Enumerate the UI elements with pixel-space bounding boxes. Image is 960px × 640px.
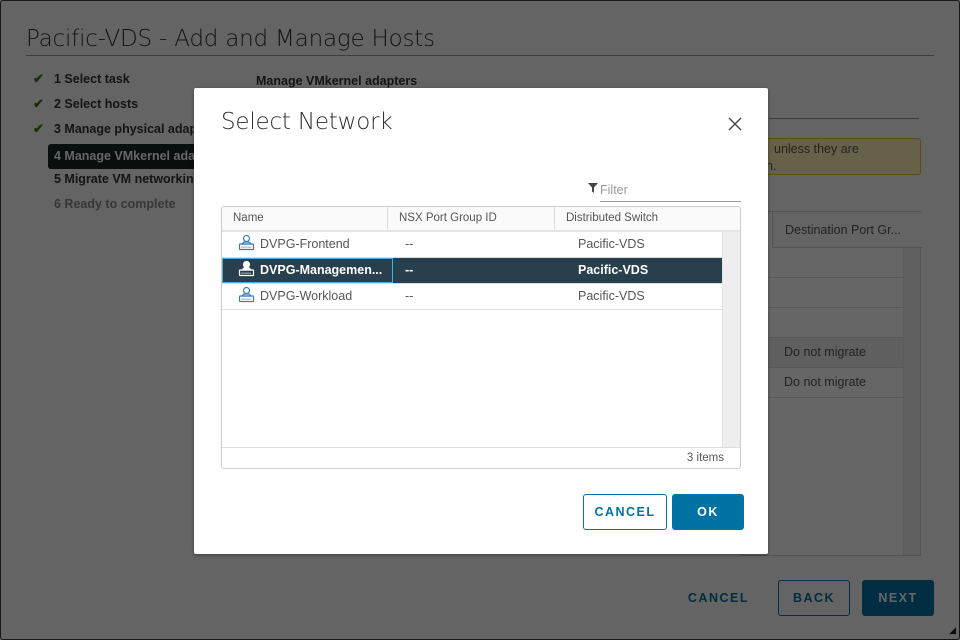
port-group-icon xyxy=(238,261,255,277)
nsx-port-group-id: -- xyxy=(405,289,414,303)
network-name: DVPG-Frontend xyxy=(260,237,350,251)
grid-scrollbar[interactable] xyxy=(722,232,740,447)
nsx-port-group-id: -- xyxy=(405,237,414,251)
grid-footer: 3 items xyxy=(222,447,740,468)
network-name: DVPG-Managemen... xyxy=(260,263,383,277)
dialog-title: Select Network xyxy=(221,109,393,135)
distributed-switch: Pacific-VDS xyxy=(578,263,649,277)
column-header-name[interactable]: Name xyxy=(222,207,388,230)
distributed-switch: Pacific-VDS xyxy=(578,237,645,251)
filter-icon xyxy=(588,183,598,193)
select-network-dialog: Select Network Name NSX Port Group ID Di… xyxy=(194,88,768,554)
distributed-switch: Pacific-VDS xyxy=(578,289,645,303)
column-header-distributed-switch[interactable]: Distributed Switch xyxy=(555,207,740,230)
close-button[interactable] xyxy=(726,115,744,133)
close-icon xyxy=(728,117,742,131)
column-header-nsx-port-group-id[interactable]: NSX Port Group ID xyxy=(388,207,555,230)
port-group-icon xyxy=(238,235,255,251)
grid-header: Name NSX Port Group ID Distributed Switc… xyxy=(222,207,740,232)
grid-body: DVPG-Frontend -- Pacific-VDS DVPG-Manage… xyxy=(222,232,722,447)
filter-box xyxy=(588,180,741,203)
network-grid: Name NSX Port Group ID Distributed Switc… xyxy=(221,206,741,469)
network-row[interactable]: DVPG-Workload -- Pacific-VDS xyxy=(222,284,722,310)
network-row-selected[interactable]: DVPG-Managemen... -- Pacific-VDS xyxy=(222,258,722,284)
network-row[interactable]: DVPG-Frontend -- Pacific-VDS xyxy=(222,232,722,258)
filter-input[interactable] xyxy=(600,180,741,202)
network-name: DVPG-Workload xyxy=(260,289,353,303)
port-group-icon xyxy=(238,287,255,303)
ok-button[interactable]: OK xyxy=(672,494,744,530)
item-count: 3 items xyxy=(686,452,724,464)
cancel-button[interactable]: CANCEL xyxy=(583,494,667,530)
nsx-port-group-id: -- xyxy=(405,263,414,277)
